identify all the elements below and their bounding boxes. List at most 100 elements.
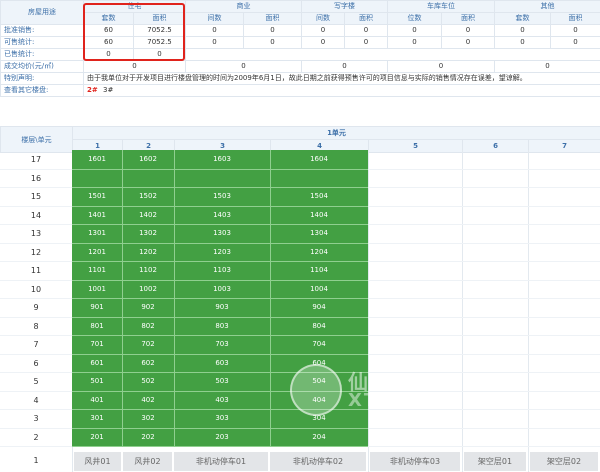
cell-divider [72,335,368,336]
room-cell[interactable]: 1204 [270,248,368,256]
notice-row: 特别声明: 由于我单位对于开发项目进行楼盘管理的时间为2009年6月1日，故此日… [0,72,600,85]
room-cell[interactable]: 1102 [122,266,174,274]
room-cell[interactable]: 1303 [174,229,270,237]
room-cell[interactable]: 1004 [270,285,368,293]
room-cell[interactable]: 203 [174,433,270,441]
sub-header: 间数 [301,12,345,25]
sub-header: 位数 [387,12,442,25]
bottom-cell[interactable]: 风井02 [123,452,172,471]
sub-header: 面积 [550,12,600,25]
room-cell[interactable]: 301 [72,414,122,422]
grid-line [462,150,463,472]
room-cell[interactable]: 804 [270,322,368,330]
room-cell[interactable]: 1401 [72,211,122,219]
floor-label: 16 [30,173,42,183]
room-cell[interactable]: 1301 [72,229,122,237]
room-cell[interactable]: 602 [122,359,174,367]
room-cell[interactable]: 201 [72,433,122,441]
room-cell[interactable]: 403 [174,396,270,404]
room-cell[interactable]: 204 [270,433,368,441]
building-link[interactable]: 3# [103,86,113,94]
floor-label: 8 [33,321,39,331]
room-cell[interactable]: 1002 [122,285,174,293]
room-cell[interactable]: 1104 [270,266,368,274]
table-cell: 0 [494,24,551,37]
floor-label: 12 [30,247,42,257]
table-cell: 0 [185,60,302,73]
floor-label: 13 [30,229,42,238]
cell-divider [72,187,368,188]
room-cell[interactable]: 703 [174,340,270,348]
floor-label: 9 [33,303,39,312]
floor-label: 7 [33,340,39,349]
room-cell[interactable]: 1601 [72,155,122,163]
table-cell: 0 [243,24,302,37]
room-cell[interactable]: 1201 [72,248,122,256]
room-cell[interactable]: 1402 [122,211,174,219]
room-cell[interactable]: 1101 [72,266,122,274]
room-cell[interactable]: 1203 [174,248,270,256]
floor-label: 1 [33,456,39,465]
room-cell[interactable]: 901 [72,303,122,311]
room-cell[interactable]: 1403 [174,211,270,219]
table-cell [185,48,600,61]
bottom-cell[interactable]: 架空层02 [530,452,598,471]
room-cell[interactable]: 302 [122,414,174,422]
room-cell[interactable]: 904 [270,303,368,311]
room-cell[interactable]: 401 [72,396,122,404]
room-cell[interactable]: 603 [174,359,270,367]
room-cell[interactable]: 704 [270,340,368,348]
room-cell[interactable]: 501 [72,377,122,385]
room-cell[interactable]: 1001 [72,285,122,293]
room-cell[interactable]: 502 [122,377,174,385]
column-header: 5 [368,139,463,153]
floor-label: 6 [33,358,39,368]
floor-label: 15 [30,192,42,201]
bottom-cell[interactable]: 架空层01 [464,452,526,471]
room-cell[interactable]: 801 [72,322,122,330]
room-cell[interactable]: 1603 [174,155,270,163]
room-cell[interactable]: 1501 [72,192,122,200]
room-cell[interactable]: 402 [122,396,174,404]
cell-divider [72,261,368,262]
bottom-cell[interactable]: 非机动停车01 [174,452,268,471]
current-building: 2# [87,86,98,94]
room-cell[interactable]: 902 [122,303,174,311]
room-cell[interactable]: 1502 [122,192,174,200]
building-header: 楼层\单元 1单元 1 2 3 4 5 6 7 [0,126,600,153]
room-cell[interactable]: 702 [122,340,174,348]
bottom-cell[interactable]: 非机动停车03 [370,452,460,471]
room-cell[interactable]: 202 [122,433,174,441]
room-cell[interactable]: 601 [72,359,122,367]
table-cell: 0 [494,60,600,73]
cell-divider [72,168,368,170]
room-cell[interactable]: 1404 [270,211,368,219]
room-cell[interactable]: 803 [174,322,270,330]
room-cell[interactable]: 1504 [270,192,368,200]
cell-divider [122,150,123,446]
unit-label: 1单元 [72,126,600,140]
room-cell[interactable]: 503 [174,377,270,385]
room-cell[interactable]: 701 [72,340,122,348]
room-cell[interactable]: 1602 [122,155,174,163]
floor-label: 3 [33,414,39,423]
room-cell[interactable]: 903 [174,303,270,311]
highlight-box [83,3,185,61]
room-cell[interactable]: 1604 [270,155,368,163]
room-cell[interactable]: 1103 [174,266,270,274]
bottom-cell[interactable]: 风井01 [74,452,121,471]
bottom-cell[interactable]: 非机动停车02 [270,452,366,471]
room-cell[interactable]: 802 [122,322,174,330]
table-cell: 0 [301,36,345,49]
room-cell[interactable]: 1304 [270,229,368,237]
row-label: 批准销售: [0,24,84,37]
room-cell[interactable]: 1202 [122,248,174,256]
room-cell[interactable]: 1302 [122,229,174,237]
room-cell[interactable]: 303 [174,414,270,422]
room-cell[interactable]: 1503 [174,192,270,200]
grid-line [368,150,369,472]
watermark-text: XT [348,390,379,411]
room-cell[interactable]: 1003 [174,285,270,293]
floor-label: 11 [30,266,42,275]
cell-divider [72,316,368,318]
